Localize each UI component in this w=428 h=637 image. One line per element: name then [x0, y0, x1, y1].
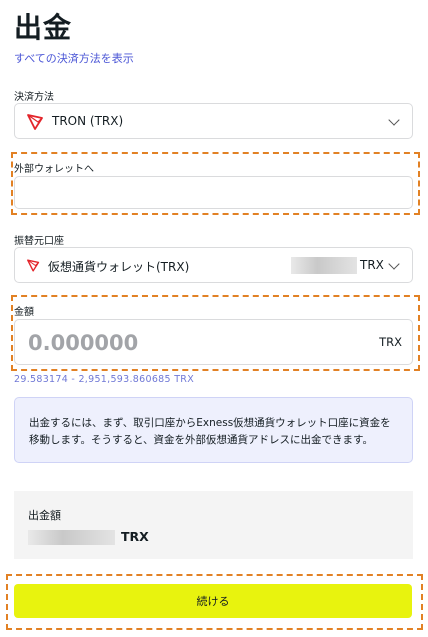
amount-label: 金額	[14, 307, 34, 318]
external-wallet-label: 外部ウォレットへ	[14, 164, 94, 175]
source-account-select[interactable]: 仮想通貨ウォレット(TRX) TRX	[14, 247, 413, 283]
chevron-down-icon	[388, 114, 400, 126]
external-wallet-input[interactable]	[14, 176, 413, 209]
tron-logo-icon	[27, 259, 40, 272]
info-notice: 出金するには、まず、取引口座からExness仮想通貨ウォレット口座に資金を移動し…	[14, 397, 413, 463]
source-account-value: 仮想通貨ウォレット(TRX)	[48, 260, 190, 274]
amount-currency: TRX	[379, 335, 402, 349]
amount-field[interactable]: 0.000000 TRX	[14, 319, 413, 365]
tron-logo-icon	[27, 114, 43, 130]
show-all-methods-link[interactable]: すべての決済方法を表示	[14, 50, 134, 66]
info-text: 出金するには、まず、取引口座からExness仮想通貨ウォレット口座に資金を移動し…	[29, 417, 391, 446]
source-account-currency: TRX	[360, 258, 384, 272]
summary-currency: TRX	[121, 529, 149, 544]
continue-button[interactable]: 続ける	[14, 584, 412, 618]
redacted-amount	[28, 530, 115, 545]
amount-input[interactable]: 0.000000	[28, 331, 138, 355]
chevron-down-icon	[388, 258, 400, 270]
payment-method-label: 決済方法	[14, 92, 54, 103]
payment-method-value: TRON (TRX)	[52, 114, 124, 128]
source-account-label: 振替元口座	[14, 236, 64, 247]
amount-range: 29.583174 - 2,951,593.860685 TRX	[14, 374, 195, 385]
summary-label: 出金額	[28, 509, 61, 522]
page-title: 出金	[14, 11, 73, 44]
withdrawal-summary: 出金額 TRX	[14, 491, 413, 559]
redacted-balance	[291, 257, 357, 274]
payment-method-select[interactable]: TRON (TRX)	[14, 103, 413, 139]
